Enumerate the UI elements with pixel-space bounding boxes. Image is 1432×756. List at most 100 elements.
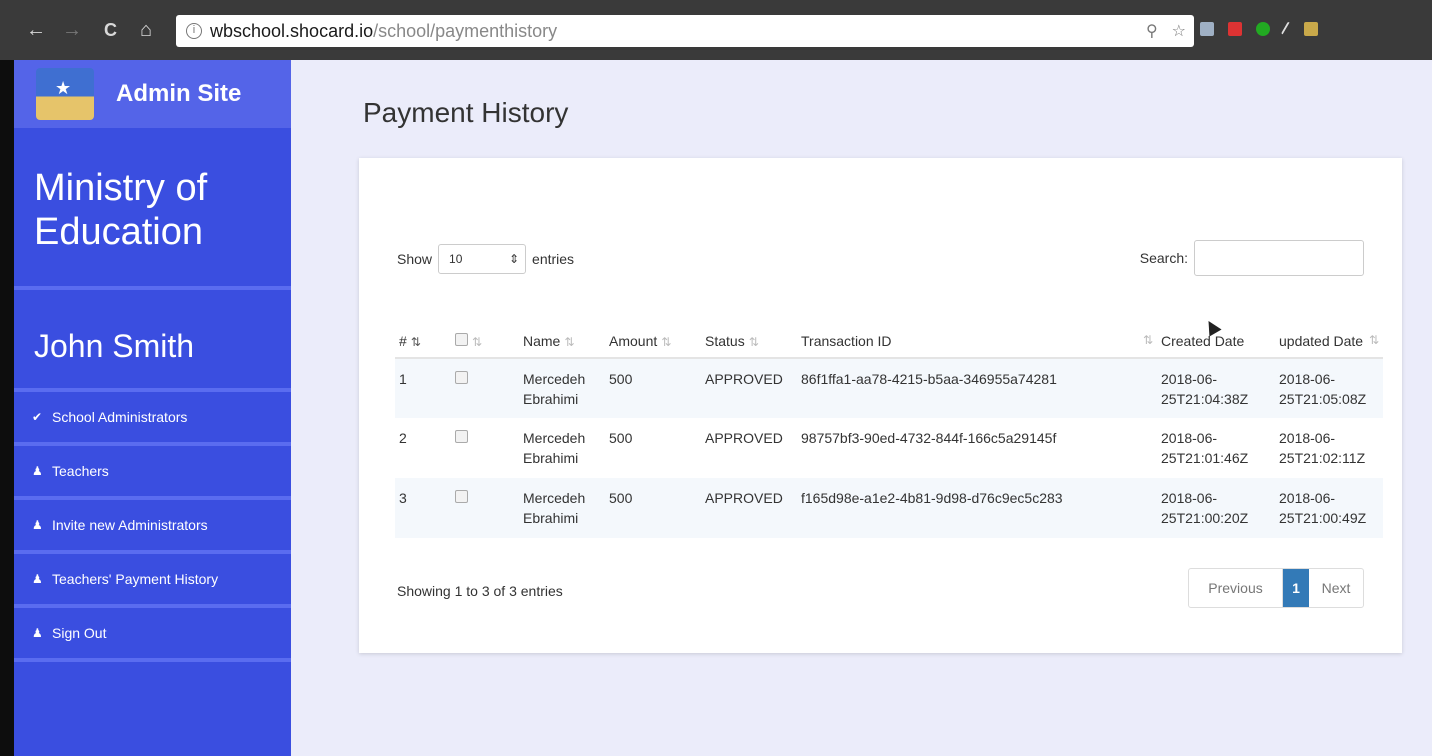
cell-created-date: 2018-06- 25T21:01:46Z <box>1157 418 1275 478</box>
forward-icon[interactable]: → <box>62 20 82 40</box>
show-entries-control: Show 10 ⇕ entries <box>397 244 574 274</box>
browser-toolbar: ← → C ⌂ i wbschool.shocard.io/school/pay… <box>0 0 1432 60</box>
cell-updated-date: 2018-06- 25T21:02:11Z <box>1275 418 1383 478</box>
cell-amount: 500 <box>605 358 701 418</box>
column-header-amount[interactable]: Amount ⇅ <box>605 296 701 359</box>
select-arrows-icon: ⇕ <box>508 252 520 266</box>
row-checkbox[interactable] <box>455 371 468 384</box>
ministry-logo <box>36 68 94 120</box>
group-icon: ♟ <box>32 626 43 640</box>
cell-name: Mercedeh Ebrahimi <box>519 418 605 478</box>
cell-created-date: 2018-06- 25T21:04:38Z <box>1157 358 1275 418</box>
column-header-status[interactable]: Status ⇅ <box>701 296 797 359</box>
entries-select[interactable]: 10 ⇕ <box>438 244 527 274</box>
row-checkbox[interactable] <box>455 490 468 503</box>
column-header-updated-date[interactable]: updated Date ⇅ <box>1275 296 1383 359</box>
sidebar-item-label: Teachers <box>52 463 109 479</box>
sidebar-item-sign-out[interactable]: ♟ Sign Out <box>14 608 291 662</box>
cell-transaction-id: 98757bf3-90ed-4732-844f-166c5a29145f <box>797 418 1157 478</box>
row-checkbox[interactable] <box>455 430 468 443</box>
pen-icon[interactable] <box>1280 21 1294 37</box>
check-circle-icon: ✔ <box>32 410 43 424</box>
next-page-button[interactable]: Next <box>1309 569 1363 607</box>
zoom-icon[interactable]: ⚲ <box>1146 21 1158 41</box>
entries-label: entries <box>532 251 575 267</box>
sort-icon: ⇅ <box>564 335 575 349</box>
search-control: Search: <box>1140 240 1364 276</box>
sidebar-item-school-administrators[interactable]: ✔ School Administrators <box>14 392 291 446</box>
sidebar-item-invite-administrators[interactable]: ♟ Invite new Administrators <box>14 500 291 554</box>
ministry-title: Ministry of Education <box>14 128 291 286</box>
payment-table-card: Show 10 ⇕ entries Search: # ⇅ ⇅ Name ⇅ Amo… <box>359 158 1402 653</box>
select-all-checkbox[interactable] <box>455 333 468 346</box>
url-host: wbschool.shocard.io <box>210 20 374 41</box>
table-row: 2 Mercedeh Ebrahimi 500 APPROVED 98757bf3… <box>395 418 1383 478</box>
page-1-button[interactable]: 1 <box>1283 569 1309 607</box>
column-header-transaction-id[interactable]: Transaction ID ⇅ <box>797 296 1157 359</box>
sidebar-item-label: Teachers' Payment History <box>52 571 219 587</box>
cell-transaction-id: f165d98e-a1e2-4b81-9d98-d76c9ec5c283 <box>797 478 1157 538</box>
pagination: Previous 1 Next <box>1188 568 1364 608</box>
address-bar[interactable]: i wbschool.shocard.io/school/paymenthist… <box>176 15 1194 47</box>
user-icon: ♟ <box>32 464 43 478</box>
bookmark-star-icon[interactable]: ☆ <box>1172 21 1186 41</box>
user-name: John Smith <box>34 328 195 364</box>
extension-icon[interactable] <box>1256 22 1270 36</box>
sort-icon: ⇅ <box>661 335 672 349</box>
ministry-line-1: Ministry of <box>34 167 208 209</box>
sidebar-item-payment-history[interactable]: ♟ Teachers' Payment History <box>14 554 291 608</box>
cell-transaction-id: 86f1ffa1-aa78-4215-b5aa-346955a74281 <box>797 358 1157 418</box>
sidebar-item-teachers[interactable]: ♟ Teachers <box>14 446 291 500</box>
table-header-row: # ⇅ ⇅ Name ⇅ Amount ⇅ Status ⇅ Transaction I… <box>395 296 1383 359</box>
cell-checkbox <box>451 478 519 538</box>
info-icon[interactable]: i <box>186 23 202 39</box>
page-title: Payment History <box>363 97 569 128</box>
entries-select-value: 10 <box>449 252 463 266</box>
column-header-checkbox[interactable]: ⇅ <box>451 296 519 359</box>
sidebar-item-label: School Administrators <box>52 409 188 425</box>
sidebar-header: Admin Site <box>14 60 291 128</box>
home-icon[interactable]: ⌂ <box>140 20 152 40</box>
sort-icon: ⇅ <box>748 335 759 349</box>
cell-number: 3 <box>395 478 451 538</box>
previous-page-button[interactable]: Previous <box>1189 569 1283 607</box>
column-header-number[interactable]: # ⇅ <box>395 296 451 359</box>
table-row: 1 Mercedeh Ebrahimi 500 APPROVED 86f1ffa1… <box>395 358 1383 418</box>
extension-icon[interactable] <box>1304 22 1318 36</box>
sort-icon: ⇅ <box>1368 333 1379 347</box>
sidebar: Admin Site Ministry of Education John Sm… <box>14 60 291 756</box>
table-row: 3 Mercedeh Ebrahimi 500 APPROVED f165d98e… <box>395 478 1383 538</box>
cell-number: 2 <box>395 418 451 478</box>
cell-status: APPROVED <box>701 478 797 538</box>
ministry-line-2: Education <box>34 211 204 253</box>
users-icon: ♟ <box>32 572 43 586</box>
column-header-name[interactable]: Name ⇅ <box>519 296 605 359</box>
cell-number: 1 <box>395 358 451 418</box>
main-content: Payment History Show 10 ⇕ entries Search… <box>291 60 1432 756</box>
cell-updated-date: 2018-06- 25T21:00:49Z <box>1275 478 1383 538</box>
cell-amount: 500 <box>605 418 701 478</box>
payment-table: # ⇅ ⇅ Name ⇅ Amount ⇅ Status ⇅ Transaction I… <box>395 296 1383 538</box>
show-label: Show <box>397 251 433 267</box>
url-path: /school/paymenthistory <box>373 20 558 41</box>
cell-name: Mercedeh Ebrahimi <box>519 478 605 538</box>
cell-updated-date: 2018-06- 25T21:05:08Z <box>1275 358 1383 418</box>
extension-icons <box>1200 21 1318 37</box>
cell-status: APPROVED <box>701 358 797 418</box>
sort-icon: ⇅ <box>472 335 483 349</box>
sort-icon: ⇅ <box>1142 333 1153 347</box>
sidebar-item-label: Sign Out <box>52 625 107 641</box>
add-user-icon: ♟ <box>32 518 43 532</box>
table-info: Showing 1 to 3 of 3 entries <box>397 583 563 599</box>
sort-asc-icon: ⇅ <box>410 335 421 349</box>
extension-icon[interactable] <box>1200 22 1214 36</box>
extension-icon[interactable] <box>1228 22 1242 36</box>
cell-name: Mercedeh Ebrahimi <box>519 358 605 418</box>
search-input[interactable] <box>1194 240 1364 276</box>
site-name[interactable]: Admin Site <box>116 80 241 108</box>
sidebar-item-label: Invite new Administrators <box>52 517 208 533</box>
back-icon[interactable]: ← <box>26 20 46 40</box>
reload-icon[interactable]: C <box>104 20 117 40</box>
cell-checkbox <box>451 358 519 418</box>
cell-created-date: 2018-06- 25T21:00:20Z <box>1157 478 1275 538</box>
